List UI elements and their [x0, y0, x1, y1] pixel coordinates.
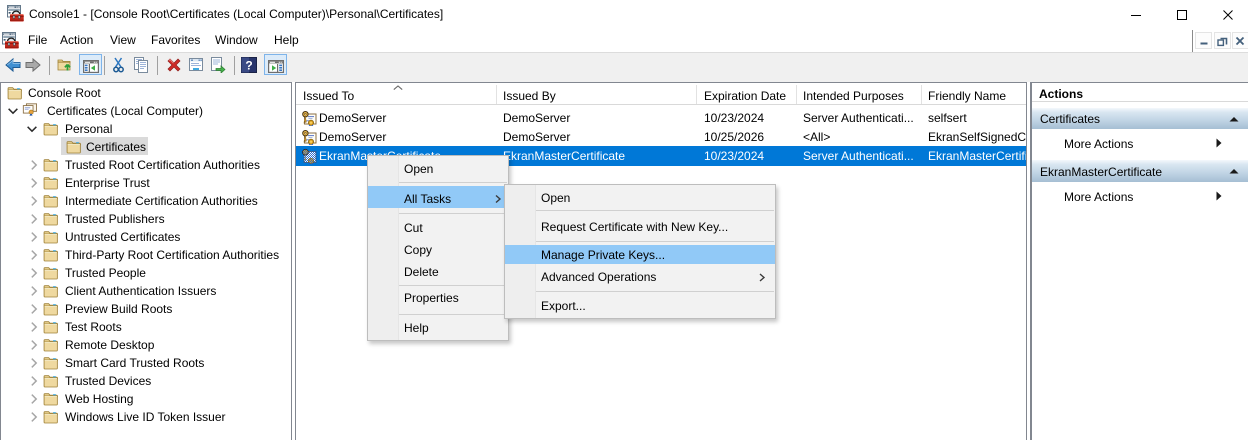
svg-text:?: ?	[245, 59, 252, 73]
